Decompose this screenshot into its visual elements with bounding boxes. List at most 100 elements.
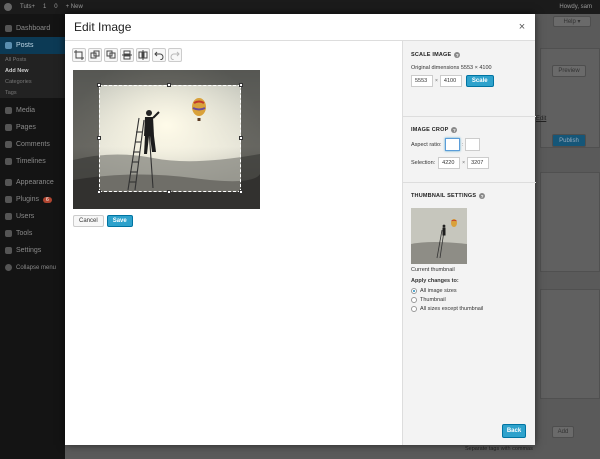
sidebar-item-appearance[interactable]: Appearance [0,174,65,191]
crop-selection[interactable] [97,83,243,194]
timelines-icon [5,158,12,165]
divider [403,182,536,183]
sidebar-item-plugins[interactable]: Plugins 6 [0,191,65,208]
pin-icon [5,42,12,49]
flip-vertical-icon [122,50,132,60]
categories-box [540,172,600,272]
new-content-link[interactable]: + New [66,4,83,10]
media-icon [5,107,12,114]
scale-width-input[interactable]: 5553 [411,75,433,87]
image-crop-title: IMAGE CROP [411,127,449,133]
crop-handle-w[interactable] [97,136,101,140]
tags-hint: Separate tags with commas [465,446,533,452]
rotate-right-button[interactable] [104,48,118,62]
appearance-icon [5,179,12,186]
radio-button[interactable] [411,305,417,312]
crop-handle-e[interactable] [239,136,243,140]
radio-button[interactable] [411,287,417,294]
updates-count[interactable]: 1 [43,4,46,10]
add-tag-button[interactable]: Add [552,426,574,438]
sidebar-sub-add-new[interactable]: Add New [0,65,65,76]
modal-title: Edit Image [74,20,132,34]
thumbnail-settings-title: THUMBNAIL SETTINGS [411,193,477,199]
edit-image-modal: Edit Image × Cancel Save SCALE IMAGE ? O… [65,14,536,445]
crop-handle-nw[interactable] [97,83,101,87]
image-toolbar [72,48,182,62]
flip-vertical-button[interactable] [120,48,134,62]
aspect-height-input[interactable] [464,138,480,151]
crop-handle-n[interactable] [167,83,171,87]
help-icon[interactable]: ? [454,52,461,58]
selection-times: × [462,160,466,166]
flip-horizontal-icon [138,50,148,60]
edit-link[interactable]: Edit [536,116,546,122]
crop-handle-ne[interactable] [239,83,243,87]
sidebar-sub-tags[interactable]: Tags [0,87,65,98]
help-icon[interactable]: ? [479,193,486,199]
radio-thumbnail[interactable]: Thumbnail [411,295,529,304]
publish-button[interactable]: Publish [552,134,586,147]
scale-button[interactable]: Scale [465,75,494,87]
sidebar-item-media[interactable]: Media [0,102,65,119]
divider [403,116,536,117]
redo-button[interactable] [168,48,182,62]
crop-button[interactable] [72,48,86,62]
rotate-left-button[interactable] [88,48,102,62]
sidebar-sub-all-posts[interactable]: All Posts [0,54,65,65]
preview-button[interactable]: Preview [552,65,586,77]
close-icon[interactable]: × [516,21,528,33]
tools-icon [5,230,12,237]
sidebar-item-comments[interactable]: Comments [0,136,65,153]
aspect-width-input[interactable] [444,138,460,151]
sidebar-item-settings[interactable]: Settings [0,242,65,259]
image-editor-area: Cancel Save [65,41,402,445]
publish-box [540,48,600,148]
undo-button[interactable] [152,48,166,62]
radio-all-except-thumbnail[interactable]: All sizes except thumbnail [411,304,529,313]
scale-times: × [435,78,438,84]
aspect-sep: : [461,141,463,148]
flip-horizontal-button[interactable] [136,48,150,62]
crop-handle-se[interactable] [239,190,243,194]
site-name-link[interactable]: Tuts+ [20,4,35,10]
sidebar-collapse-menu[interactable]: Collapse menu [0,259,65,276]
help-tab[interactable]: Help ▾ [553,16,591,27]
howdy-user[interactable]: Howdy, sam [559,4,600,10]
sidebar-item-pages[interactable]: Pages [0,119,65,136]
sidebar-item-posts[interactable]: Posts [0,37,65,54]
radio-button[interactable] [411,296,417,303]
rotate-left-box-icon [90,50,100,59]
original-dimensions: Original dimensions 5553 × 4100 [411,65,492,71]
selection-height-input[interactable]: 3207 [467,157,490,169]
image-crop-area[interactable] [73,70,260,209]
comments-icon [5,141,12,148]
dashboard-icon [5,25,12,32]
settings-icon [5,247,12,254]
sidebar-item-dashboard[interactable]: Dashboard [0,20,65,37]
scale-height-input[interactable]: 4100 [439,75,462,87]
scale-image-section: SCALE IMAGE ? Original dimensions 5553 ×… [411,52,529,87]
crop-handle-sw[interactable] [97,190,101,194]
sidebar-item-users[interactable]: Users [0,208,65,225]
crop-icon [74,50,84,60]
radio-all-sizes[interactable]: All image sizes [411,286,529,295]
back-button[interactable]: Back [502,424,526,438]
pages-icon [5,124,12,131]
rotate-right-box-icon [106,50,116,59]
sidebar-sub-categories[interactable]: Categories [0,76,65,87]
help-icon[interactable]: ? [451,127,458,133]
current-thumbnail-image [411,208,467,264]
editor-actions: Cancel Save [73,215,133,227]
redo-icon [170,51,180,60]
wordpress-logo-icon[interactable] [4,3,12,11]
sidebar-item-tools[interactable]: Tools [0,225,65,242]
modal-header: Edit Image × [65,14,535,41]
selection-width-input[interactable]: 4220 [438,157,461,169]
comments-count[interactable]: 0 [54,4,57,10]
save-button[interactable]: Save [106,215,133,227]
crop-handle-s[interactable] [167,190,171,194]
admin-bar: Tuts+ 1 0 + New Howdy, sam [0,0,600,14]
cancel-button[interactable]: Cancel [73,215,104,227]
selection-label: Selection: [411,160,436,166]
sidebar-item-timelines[interactable]: Timelines [0,153,65,170]
